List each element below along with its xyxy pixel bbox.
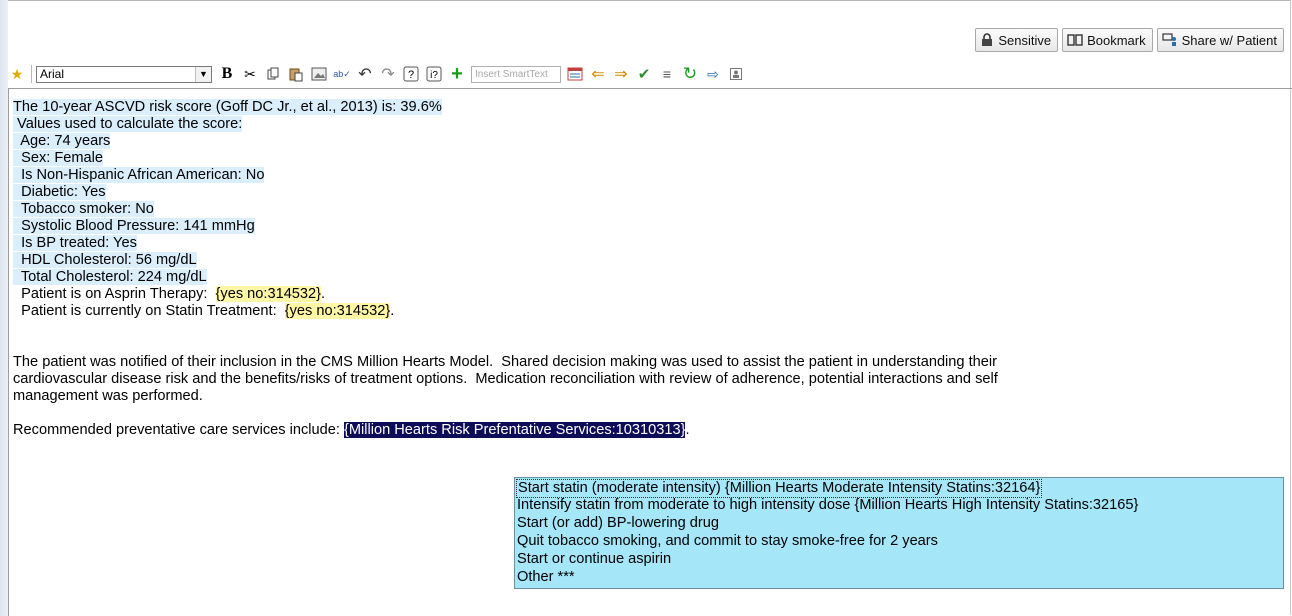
- smarttext-list-icon[interactable]: [566, 65, 584, 83]
- font-select[interactable]: Arial ▼: [36, 65, 212, 83]
- smarttext-input[interactable]: Insert SmartText: [471, 65, 561, 83]
- sensitive-label: Sensitive: [998, 32, 1052, 48]
- dropdown-option[interactable]: Start or continue aspirin: [517, 551, 671, 568]
- undo-icon[interactable]: ↶: [356, 65, 374, 83]
- smartlist-dropdown[interactable]: Start statin (moderate intensity) {Milli…: [514, 477, 1284, 589]
- bookmark-label: Bookmark: [1087, 32, 1146, 48]
- image-icon[interactable]: [310, 65, 328, 83]
- share-with-patient-button[interactable]: Share w/ Patient: [1156, 28, 1284, 52]
- smartlist-help-icon[interactable]: i?: [425, 65, 443, 83]
- value-bp-treated: Is BP treated: Yes: [13, 235, 137, 251]
- value-total-cholesterol: Total Cholesterol: 224 mg/dL: [13, 269, 207, 285]
- copy-icon[interactable]: [264, 65, 282, 83]
- bookmark-button[interactable]: Bookmark: [1062, 28, 1153, 52]
- paragraph-line-3: management was performed.: [13, 388, 203, 404]
- patient-icon[interactable]: [727, 65, 745, 83]
- formatting-toolbar: ★ Arial ▼ B ✂ ab✓ ↶ ↷ ? i? + Insert Smar…: [8, 62, 1288, 86]
- font-select-value: Arial: [40, 67, 65, 81]
- aspirin-line: Patient is on Asprin Therapy: {yes no:31…: [13, 286, 326, 302]
- dropdown-option[interactable]: Other ***: [517, 569, 575, 586]
- favorite-star-icon[interactable]: ★: [8, 65, 26, 83]
- lock-icon: [982, 33, 993, 46]
- arrow-right-icon[interactable]: ⇒: [612, 65, 630, 83]
- dropdown-option[interactable]: Intensify statin from moderate to high i…: [517, 497, 1138, 514]
- recommended-smartlist[interactable]: {Million Hearts Risk Prefentative Servic…: [343, 422, 686, 438]
- note-editor[interactable]: The 10-year ASCVD risk score (Goff DC Jr…: [8, 88, 1292, 616]
- redo-icon[interactable]: ↷: [379, 65, 397, 83]
- chevron-down-icon[interactable]: ▼: [195, 66, 211, 82]
- statin-smartlist[interactable]: {yes no:314532}: [284, 303, 391, 319]
- toolbar-separator: [31, 65, 32, 83]
- bold-button[interactable]: B: [218, 65, 236, 83]
- book-icon: [1067, 34, 1083, 46]
- aspirin-smartlist[interactable]: {yes no:314532}: [215, 286, 322, 302]
- value-hdl: HDL Cholesterol: 56 mg/dL: [13, 252, 197, 268]
- spellcheck-icon[interactable]: ab✓: [333, 65, 351, 83]
- value-african-american: Is Non-Hispanic African American: No: [13, 167, 265, 183]
- value-diabetic: Diabetic: Yes: [13, 184, 106, 200]
- top-button-group: Sensitive Bookmark Share w/ Patient: [975, 28, 1284, 52]
- share-patient-icon: [1162, 33, 1176, 46]
- dropdown-option[interactable]: Start (or add) BP-lowering drug: [517, 515, 719, 532]
- risk-score-line: The 10-year ASCVD risk score (Goff DC Jr…: [13, 99, 442, 115]
- share-label: Share w/ Patient: [1181, 32, 1277, 48]
- sensitive-button[interactable]: Sensitive: [975, 28, 1059, 52]
- paste-icon[interactable]: [287, 65, 305, 83]
- refresh-icon[interactable]: ↻: [681, 64, 699, 83]
- left-edge-strip: [0, 0, 8, 616]
- value-tobacco: Tobacco smoker: No: [13, 201, 154, 217]
- help-icon[interactable]: ?: [402, 65, 420, 83]
- values-header: Values used to calculate the score:: [13, 116, 243, 132]
- statin-line: Patient is currently on Statin Treatment…: [13, 303, 395, 319]
- cut-icon[interactable]: ✂: [241, 65, 259, 83]
- dropdown-option[interactable]: Quit tobacco smoking, and commit to stay…: [517, 533, 938, 550]
- add-icon[interactable]: +: [448, 63, 466, 85]
- value-age: Age: 74 years: [13, 133, 111, 149]
- value-systolic-bp: Systolic Blood Pressure: 141 mmHg: [13, 218, 255, 234]
- recommended-line: Recommended preventative care services i…: [13, 422, 690, 438]
- insert-icon[interactable]: ⇨: [704, 65, 722, 83]
- arrow-left-icon[interactable]: ⇐: [589, 65, 607, 83]
- list-arrow-icon[interactable]: ≡: [658, 65, 676, 83]
- accept-check-icon[interactable]: ✔: [635, 65, 653, 83]
- dropdown-option[interactable]: Start statin (moderate intensity) {Milli…: [516, 479, 1043, 498]
- svg-text:i?: i?: [430, 70, 438, 81]
- value-sex: Sex: Female: [13, 150, 104, 166]
- paragraph-line-2: cardiovascular disease risk and the bene…: [13, 371, 998, 387]
- paragraph-line-1: The patient was notified of their inclus…: [13, 354, 997, 370]
- svg-text:?: ?: [408, 69, 414, 81]
